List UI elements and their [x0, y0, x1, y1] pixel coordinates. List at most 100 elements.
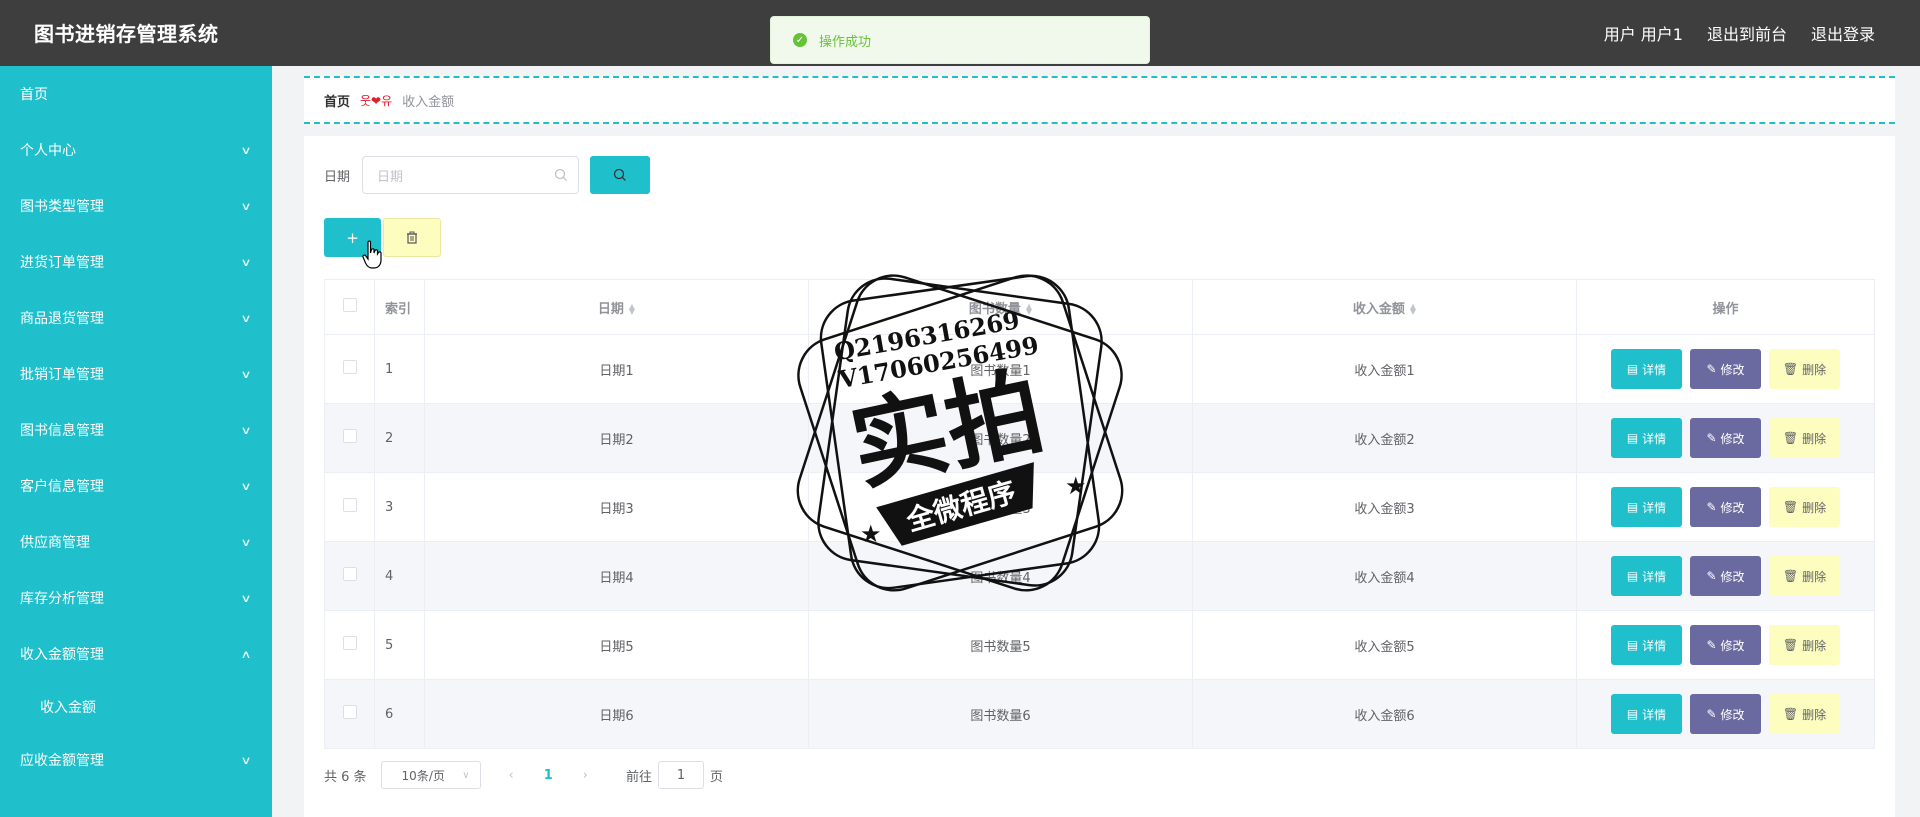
detail-label: 详情: [1642, 569, 1667, 584]
search-label: 日期: [324, 169, 351, 185]
next-page-button[interactable]: ›: [583, 768, 588, 783]
row-checkbox[interactable]: [342, 567, 357, 581]
edit-button[interactable]: ✎ 修改: [1690, 349, 1761, 389]
detail-button[interactable]: ▤ 详情: [1611, 487, 1682, 527]
row-checkbox[interactable]: [342, 429, 357, 443]
row-ops: ▤ 详情 ✎ 修改 🗑 删除: [1576, 403, 1875, 473]
pagination-total: 共 6 条: [324, 769, 367, 785]
sidebar-item-label: 进货订单管理: [20, 255, 104, 271]
search-button[interactable]: [590, 156, 651, 194]
sidebar-item-income[interactable]: 收入金额管理 ∧: [0, 626, 272, 682]
delete-label: 删除: [1802, 707, 1827, 722]
sidebar-item-receivable[interactable]: 应收金额管理 ∨: [0, 732, 272, 788]
row-checkbox[interactable]: [342, 636, 357, 650]
table-row: 2 日期2 图书数量2 收入金额2 ▤ 详情 ✎ 修改 🗑 删除: [324, 403, 1875, 473]
sidebar-item-book-info[interactable]: 图书信息管理 ∨: [0, 402, 272, 458]
row-qty: 图书数量4: [808, 541, 1193, 611]
batch-delete-button[interactable]: [383, 218, 441, 257]
delete-button[interactable]: 🗑 删除: [1769, 418, 1840, 458]
exit-to-front-link[interactable]: 退出到前台: [1707, 21, 1787, 45]
content-panel: 日期 日期 + 索引 日期 ▲ ▼ 图书数量 ▲ ▼ 收入金额 ▲ ▼ 操作 1…: [304, 136, 1895, 817]
edit-button[interactable]: ✎ 修改: [1690, 556, 1761, 596]
sidebar-item-purchase-order[interactable]: 进货订单管理 ∨: [0, 234, 272, 290]
edit-label: 修改: [1720, 707, 1745, 722]
row-date: 日期4: [424, 541, 809, 611]
header-amount[interactable]: 收入金额 ▲ ▼: [1192, 279, 1577, 335]
sidebar-item-book-type[interactable]: 图书类型管理 ∨: [0, 178, 272, 234]
edit-label: 修改: [1720, 638, 1745, 653]
row-date: 日期6: [424, 679, 809, 749]
sidebar-item-return[interactable]: 商品退货管理 ∨: [0, 290, 272, 346]
table-row: 6 日期6 图书数量6 收入金额6 ▤ 详情 ✎ 修改 🗑 删除: [324, 679, 1875, 749]
search-icon: [613, 168, 626, 181]
sidebar-item-supplier[interactable]: 供应商管理 ∨: [0, 514, 272, 570]
pencil-icon: ✎: [1706, 362, 1717, 376]
chevron-down-icon: ∨: [240, 199, 252, 213]
row-index: 1: [374, 334, 425, 404]
sort-icon[interactable]: ▲ ▼: [1026, 303, 1032, 316]
row-checkbox[interactable]: [342, 360, 357, 374]
detail-button[interactable]: ▤ 详情: [1611, 418, 1682, 458]
header-ops: 操作: [1576, 279, 1875, 335]
select-all-cell: [324, 279, 375, 335]
search-icon: [554, 168, 567, 181]
page-size-select[interactable]: 10条/页 ∨: [380, 761, 481, 789]
delete-button[interactable]: 🗑 删除: [1769, 625, 1840, 665]
row-ops: ▤ 详情 ✎ 修改 🗑 删除: [1576, 334, 1875, 404]
sidebar-item-customer[interactable]: 客户信息管理 ∨: [0, 458, 272, 514]
row-amount: 收入金额4: [1192, 541, 1577, 611]
edit-button[interactable]: ✎ 修改: [1690, 625, 1761, 665]
sidebar-item-label: 收入金额管理: [20, 647, 104, 663]
row-checkbox[interactable]: [342, 705, 357, 719]
chevron-down-icon: ∨: [240, 479, 252, 493]
header-amount-label: 收入金额: [1352, 301, 1405, 317]
row-select-cell: [324, 610, 375, 680]
detail-button[interactable]: ▤ 详情: [1611, 625, 1682, 665]
row-ops: ▤ 详情 ✎ 修改 🗑 删除: [1576, 610, 1875, 680]
edit-button[interactable]: ✎ 修改: [1690, 694, 1761, 734]
table-header-row: 索引 日期 ▲ ▼ 图书数量 ▲ ▼ 收入金额 ▲ ▼ 操作: [324, 279, 1875, 335]
delete-button[interactable]: 🗑 删除: [1769, 694, 1840, 734]
chevron-down-icon: ∨: [462, 769, 470, 781]
sidebar-item-label: 图书类型管理: [20, 199, 104, 215]
breadcrumb-home[interactable]: 首页: [324, 91, 350, 110]
sidebar-item-label: 图书信息管理: [20, 423, 104, 439]
prev-page-button[interactable]: ‹: [509, 768, 514, 783]
delete-button[interactable]: 🗑 删除: [1769, 349, 1840, 389]
plus-icon: +: [346, 228, 359, 247]
header-qty[interactable]: 图书数量 ▲ ▼: [808, 279, 1193, 335]
row-amount: 收入金额3: [1192, 472, 1577, 542]
trash-icon: [407, 231, 417, 244]
date-search-input[interactable]: 日期: [362, 156, 580, 194]
pagination: 共 6 条 10条/页 ∨ ‹ 1 › 前往 1 页: [324, 761, 723, 789]
sidebar-item-label: 个人中心: [20, 143, 76, 159]
sort-icon[interactable]: ▲ ▼: [1410, 303, 1416, 316]
page-number-current[interactable]: 1: [544, 768, 553, 783]
sidebar-item-home[interactable]: 首页: [0, 66, 272, 122]
delete-button[interactable]: 🗑 删除: [1769, 487, 1840, 527]
goto-page-input[interactable]: 1: [658, 761, 705, 789]
sort-icon[interactable]: ▲ ▼: [629, 303, 635, 316]
edit-button[interactable]: ✎ 修改: [1690, 418, 1761, 458]
detail-button[interactable]: ▤ 详情: [1611, 694, 1682, 734]
detail-button[interactable]: ▤ 详情: [1611, 349, 1682, 389]
pencil-icon: ✎: [1706, 500, 1717, 514]
search-row: 日期 日期: [324, 156, 651, 194]
sidebar-item-wholesale[interactable]: 批销订单管理 ∨: [0, 346, 272, 402]
header-date[interactable]: 日期 ▲ ▼: [424, 279, 809, 335]
edit-button[interactable]: ✎ 修改: [1690, 487, 1761, 527]
current-user[interactable]: 用户 用户1: [1604, 21, 1683, 45]
breadcrumb-current: 收入金额: [402, 94, 455, 110]
row-date: 日期5: [424, 610, 809, 680]
document-icon: ▤: [1626, 500, 1639, 514]
detail-label: 详情: [1642, 362, 1667, 377]
delete-button[interactable]: 🗑 删除: [1769, 556, 1840, 596]
detail-button[interactable]: ▤ 详情: [1611, 556, 1682, 596]
pencil-icon: ✎: [1706, 431, 1717, 445]
select-all-checkbox[interactable]: [342, 298, 357, 312]
sidebar-item-inventory[interactable]: 库存分析管理 ∨: [0, 570, 272, 626]
logout-link[interactable]: 退出登录: [1811, 21, 1875, 45]
sidebar-item-personal-center[interactable]: 个人中心 ∨: [0, 122, 272, 178]
row-checkbox[interactable]: [342, 498, 357, 512]
sidebar-subitem-income-amount[interactable]: 收入金额: [0, 682, 272, 732]
